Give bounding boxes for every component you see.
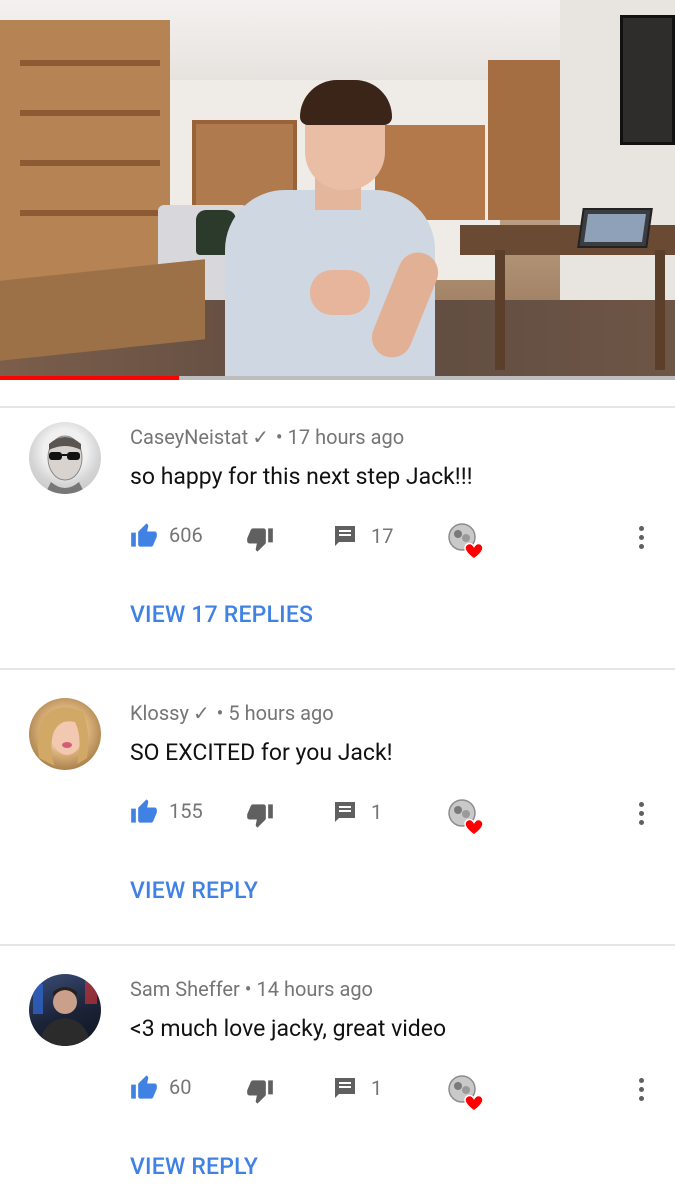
like-count: 155 — [169, 799, 203, 823]
creator-heart-icon — [448, 523, 484, 560]
view-replies-link[interactable]: VIEW REPLY — [130, 1153, 258, 1180]
comment-author[interactable]: Sam Sheffer — [130, 977, 240, 1001]
reply-button[interactable]: 17 — [333, 524, 393, 548]
comment-icon — [333, 1076, 357, 1100]
reply-button[interactable]: 1 — [333, 1076, 382, 1100]
view-replies-link[interactable]: VIEW REPLY — [130, 877, 258, 904]
thumbs-down-icon — [246, 1079, 274, 1105]
comment-meta: Klossy ✓ • 5 hours ago — [130, 701, 334, 725]
thumbs-down-icon — [246, 803, 274, 829]
comment-item: Sam Sheffer • 14 hours ago <3 much love … — [0, 946, 675, 1200]
reply-button[interactable]: 1 — [333, 800, 382, 824]
meta-separator: • — [216, 701, 224, 725]
like-count: 60 — [169, 1075, 192, 1099]
thumbs-down-icon — [246, 527, 274, 553]
thumbs-up-icon — [130, 1074, 158, 1100]
avatar[interactable] — [29, 422, 101, 494]
more-vert-icon[interactable] — [637, 526, 647, 552]
avatar[interactable] — [29, 974, 101, 1046]
comment-meta: CaseyNeistat ✓ • 17 hours ago — [130, 425, 404, 449]
verified-check-icon: ✓ — [192, 701, 210, 725]
dislike-button[interactable] — [246, 803, 274, 829]
comment-author[interactable]: Klossy — [130, 701, 189, 725]
reply-count: 1 — [371, 800, 383, 824]
like-count: 606 — [169, 523, 203, 547]
comment-time: 5 hours ago — [228, 701, 334, 725]
comment-text: so happy for this next step Jack!!! — [130, 463, 473, 490]
comment-time: 17 hours ago — [287, 425, 405, 449]
meta-separator: • — [275, 425, 283, 449]
comment-actions: 155 1 — [0, 794, 675, 836]
comment-actions: 606 17 — [0, 518, 675, 560]
comment-author[interactable]: CaseyNeistat — [130, 425, 248, 449]
video-frame-laptop — [577, 208, 653, 248]
comment-text: <3 much love jacky, great video — [130, 1015, 447, 1042]
view-replies-link[interactable]: VIEW 17 REPLIES — [130, 601, 313, 628]
comment-actions: 60 1 — [0, 1070, 675, 1112]
comment-meta: Sam Sheffer • 14 hours ago — [130, 977, 373, 1001]
video-progress-bar[interactable] — [0, 376, 675, 380]
video-progress-fill — [0, 376, 179, 380]
comment-text: SO EXCITED for you Jack! — [130, 739, 393, 766]
video-frame-poster — [620, 15, 675, 145]
video-frame-person — [225, 80, 445, 380]
comment-item: Klossy ✓ • 5 hours ago SO EXCITED for you… — [0, 670, 675, 944]
creator-heart-icon — [448, 1075, 484, 1112]
creator-heart-icon — [448, 799, 484, 836]
thumbs-up-icon — [130, 522, 158, 548]
reply-count: 1 — [371, 1076, 383, 1100]
like-button[interactable]: 606 — [130, 522, 203, 548]
video-frame-shelf-right — [488, 60, 563, 220]
video-frame-bookshelf — [0, 20, 170, 280]
avatar[interactable] — [29, 698, 101, 770]
video-player[interactable] — [0, 0, 675, 380]
meta-separator: • — [244, 977, 252, 1001]
like-button[interactable]: 155 — [130, 798, 203, 824]
comment-icon — [333, 800, 357, 824]
verified-check-icon: ✓ — [252, 425, 269, 449]
dislike-button[interactable] — [246, 527, 274, 553]
more-vert-icon[interactable] — [637, 1078, 647, 1104]
thumbs-up-icon — [130, 798, 158, 824]
comment-item: CaseyNeistat ✓ • 17 hours ago so happy fo… — [0, 408, 675, 668]
more-vert-icon[interactable] — [637, 802, 647, 828]
comment-time: 14 hours ago — [256, 977, 373, 1001]
dislike-button[interactable] — [246, 1079, 274, 1105]
like-button[interactable]: 60 — [130, 1074, 191, 1100]
comment-icon — [333, 524, 357, 548]
reply-count: 17 — [371, 524, 394, 548]
